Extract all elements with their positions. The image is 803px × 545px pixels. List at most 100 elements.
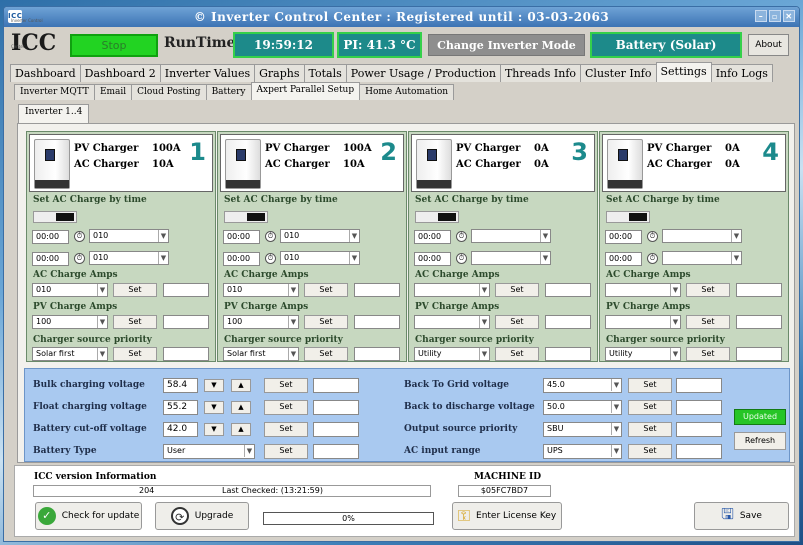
output-source-priority-select[interactable]: SBU ▼	[543, 422, 622, 437]
charger-priority-select[interactable]: Utility ▼	[414, 347, 490, 361]
set-float-voltage-button[interactable]: Set	[264, 400, 308, 415]
start-select[interactable]: ▼	[471, 229, 551, 243]
ac-charge-time-toggle[interactable]	[224, 211, 268, 223]
battery-type-result-field[interactable]	[313, 444, 359, 459]
pv-charge-amps-select[interactable]: ▼	[414, 315, 490, 329]
decrease-arrow-icon[interactable]: ▼	[204, 379, 224, 392]
end-time-field[interactable]: 00:00	[32, 252, 69, 266]
set-back-to-grid-button[interactable]: Set	[628, 378, 672, 393]
back-to-discharge-result-field[interactable]	[676, 400, 722, 415]
end-time-field[interactable]: 00:00	[223, 252, 260, 266]
subtab-battery[interactable]: Battery	[205, 84, 252, 100]
enter-license-key-button[interactable]: ⚿ Enter License Key	[452, 502, 562, 530]
ac-input-range-result-field[interactable]	[676, 444, 722, 459]
subtab-axpert-parallel-setup[interactable]: Axpert Parallel Setup	[250, 82, 361, 100]
set-priority-button[interactable]: Set	[495, 347, 539, 361]
pv-amps-result-field[interactable]	[545, 315, 591, 329]
tab-graphs[interactable]: Graphs	[254, 64, 305, 82]
end-select[interactable]: ▼	[471, 251, 551, 265]
clock-icon[interactable]: ⏱	[265, 231, 276, 242]
ac-charge-time-toggle[interactable]	[606, 211, 650, 223]
subtab-email[interactable]: Email	[93, 84, 133, 100]
end-select[interactable]: ▼	[662, 251, 742, 265]
refresh-button[interactable]: Refresh	[734, 432, 786, 450]
start-select[interactable]: ▼	[662, 229, 742, 243]
ac-amps-result-field[interactable]	[354, 283, 400, 297]
priority-result-field[interactable]	[545, 347, 591, 361]
subtab-cloud-posting[interactable]: Cloud Posting	[131, 84, 207, 100]
minimize-icon[interactable]: –	[755, 10, 767, 22]
title-bar[interactable]: ICC © Inverter Control Center : Register…	[4, 7, 799, 27]
clock-icon[interactable]: ⏱	[647, 231, 658, 242]
ac-charge-time-toggle[interactable]	[33, 211, 77, 223]
set-back-to-discharge-button[interactable]: Set	[628, 400, 672, 415]
start-time-field[interactable]: 00:00	[32, 230, 69, 244]
battery-cutoff-voltage-field[interactable]: 42.0	[163, 422, 198, 437]
tab-dashboard[interactable]: Dashboard	[10, 64, 81, 82]
set-ac-input-range-button[interactable]: Set	[628, 444, 672, 459]
end-select[interactable]: 010 ▼	[89, 251, 169, 265]
start-time-field[interactable]: 00:00	[223, 230, 260, 244]
pv-amps-result-field[interactable]	[354, 315, 400, 329]
ac-charge-amps-select[interactable]: ▼	[414, 283, 490, 297]
increase-arrow-icon[interactable]: ▲	[231, 401, 251, 414]
charger-priority-select[interactable]: Utility ▼	[605, 347, 681, 361]
ac-amps-result-field[interactable]	[163, 283, 209, 297]
bulk-charging-voltage-field[interactable]: 58.4	[163, 378, 198, 393]
subtab-home-automation[interactable]: Home Automation	[359, 84, 455, 100]
maximize-icon[interactable]: ▫	[769, 10, 781, 22]
ac-amps-result-field[interactable]	[545, 283, 591, 297]
charger-priority-select[interactable]: Solar first ▼	[223, 347, 299, 361]
set-priority-button[interactable]: Set	[304, 347, 348, 361]
set-cutoff-voltage-button[interactable]: Set	[264, 422, 308, 437]
pv-charge-amps-select[interactable]: ▼	[605, 315, 681, 329]
start-time-field[interactable]: 00:00	[414, 230, 451, 244]
clock-icon[interactable]: ⏱	[456, 231, 467, 242]
tab-dashboard-2[interactable]: Dashboard 2	[79, 64, 161, 82]
priority-result-field[interactable]	[736, 347, 782, 361]
tab-threads-info[interactable]: Threads Info	[499, 64, 582, 82]
start-time-field[interactable]: 00:00	[605, 230, 642, 244]
set-priority-button[interactable]: Set	[686, 347, 730, 361]
upgrade-button[interactable]: ⟳ Upgrade	[155, 502, 249, 530]
clock-icon[interactable]: ⏱	[647, 253, 658, 264]
float-result-field[interactable]	[313, 400, 359, 415]
set-output-priority-button[interactable]: Set	[628, 422, 672, 437]
set-pv-amps-button[interactable]: Set	[686, 315, 730, 329]
decrease-arrow-icon[interactable]: ▼	[204, 401, 224, 414]
priority-result-field[interactable]	[163, 347, 209, 361]
clock-icon[interactable]: ⏱	[74, 253, 85, 264]
pv-charge-amps-select[interactable]: 100 ▼	[223, 315, 299, 329]
tab-info-logs[interactable]: Info Logs	[710, 64, 773, 82]
tab-inverter-1-4[interactable]: Inverter 1..4	[18, 104, 90, 123]
ac-input-range-select[interactable]: UPS ▼	[543, 444, 622, 459]
close-icon[interactable]: ✕	[783, 10, 795, 22]
check-for-update-button[interactable]: ✓ Check for update	[35, 502, 142, 530]
back-to-grid-voltage-select[interactable]: 45.0 ▼	[543, 378, 622, 393]
ac-charge-time-toggle[interactable]	[415, 211, 459, 223]
cutoff-result-field[interactable]	[313, 422, 359, 437]
about-button[interactable]: About	[748, 34, 789, 56]
tab-power-usage[interactable]: Power Usage / Production	[345, 64, 501, 82]
back-to-discharge-voltage-select[interactable]: 50.0 ▼	[543, 400, 622, 415]
change-inverter-mode-button[interactable]: Change Inverter Mode	[428, 34, 585, 56]
set-pv-amps-button[interactable]: Set	[495, 315, 539, 329]
clock-icon[interactable]: ⏱	[74, 231, 85, 242]
set-bulk-voltage-button[interactable]: Set	[264, 378, 308, 393]
set-battery-type-button[interactable]: Set	[264, 444, 308, 459]
end-time-field[interactable]: 00:00	[605, 252, 642, 266]
float-charging-voltage-field[interactable]: 55.2	[163, 400, 198, 415]
set-ac-amps-button[interactable]: Set	[304, 283, 348, 297]
increase-arrow-icon[interactable]: ▲	[231, 423, 251, 436]
subtab-inverter-mqtt[interactable]: Inverter MQTT	[14, 84, 95, 100]
ac-amps-result-field[interactable]	[736, 283, 782, 297]
set-ac-amps-button[interactable]: Set	[113, 283, 157, 297]
set-pv-amps-button[interactable]: Set	[304, 315, 348, 329]
output-priority-result-field[interactable]	[676, 422, 722, 437]
set-ac-amps-button[interactable]: Set	[495, 283, 539, 297]
bulk-result-field[interactable]	[313, 378, 359, 393]
start-select[interactable]: 010 ▼	[280, 229, 360, 243]
end-select[interactable]: 010 ▼	[280, 251, 360, 265]
pv-amps-result-field[interactable]	[736, 315, 782, 329]
set-priority-button[interactable]: Set	[113, 347, 157, 361]
